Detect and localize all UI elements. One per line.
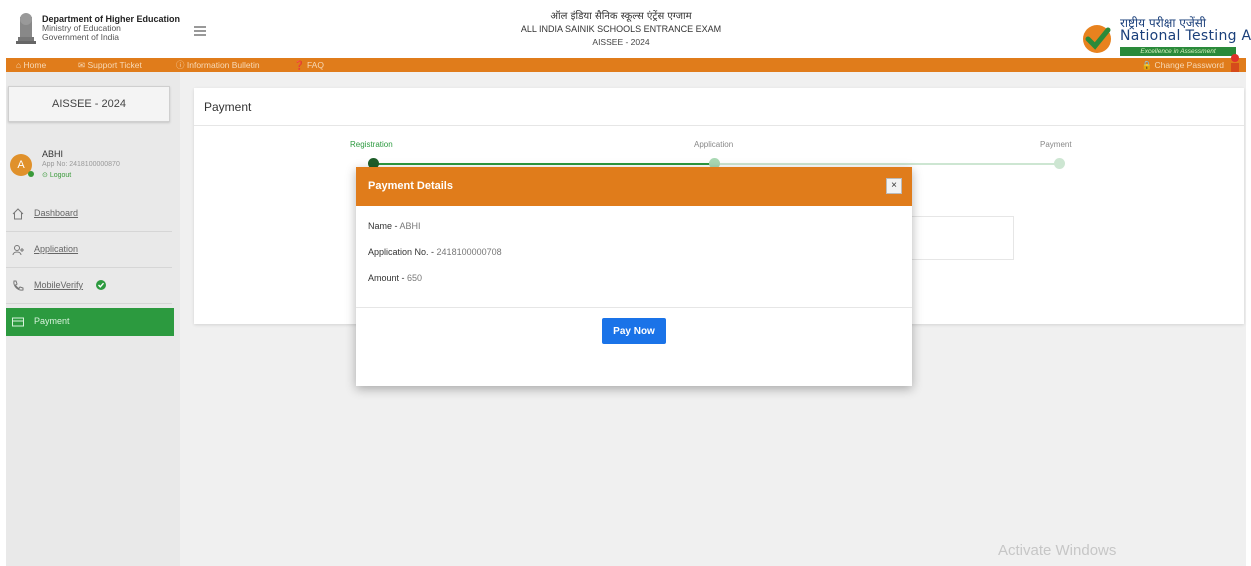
- close-button[interactable]: ×: [886, 178, 902, 194]
- name-label: Name: [368, 221, 393, 231]
- activate-windows-watermark: Activate Windows: [998, 542, 1117, 559]
- amount-separator: -: [399, 273, 408, 283]
- amount-label: Amount: [368, 273, 400, 283]
- name-value: ABHI: [399, 221, 421, 231]
- application-no-label: Application No.: [368, 247, 429, 257]
- name-row: Name - ABHI: [368, 221, 421, 231]
- payment-details-modal: Payment Details × Name - ABHI Applicatio…: [356, 167, 912, 386]
- pay-now-button[interactable]: Pay Now: [602, 318, 666, 344]
- modal-title: Payment Details: [368, 180, 453, 192]
- name-separator: -: [392, 221, 400, 231]
- modal-body: Name - ABHI Application No. - 2418100000…: [356, 206, 912, 308]
- application-no-value: 2418100000708: [436, 247, 502, 257]
- application-no-row: Application No. - 2418100000708: [368, 247, 502, 257]
- application-no-separator: -: [428, 247, 437, 257]
- amount-row: Amount - 650: [368, 273, 422, 283]
- modal-header: Payment Details ×: [356, 167, 912, 206]
- amount-value: 650: [407, 273, 423, 283]
